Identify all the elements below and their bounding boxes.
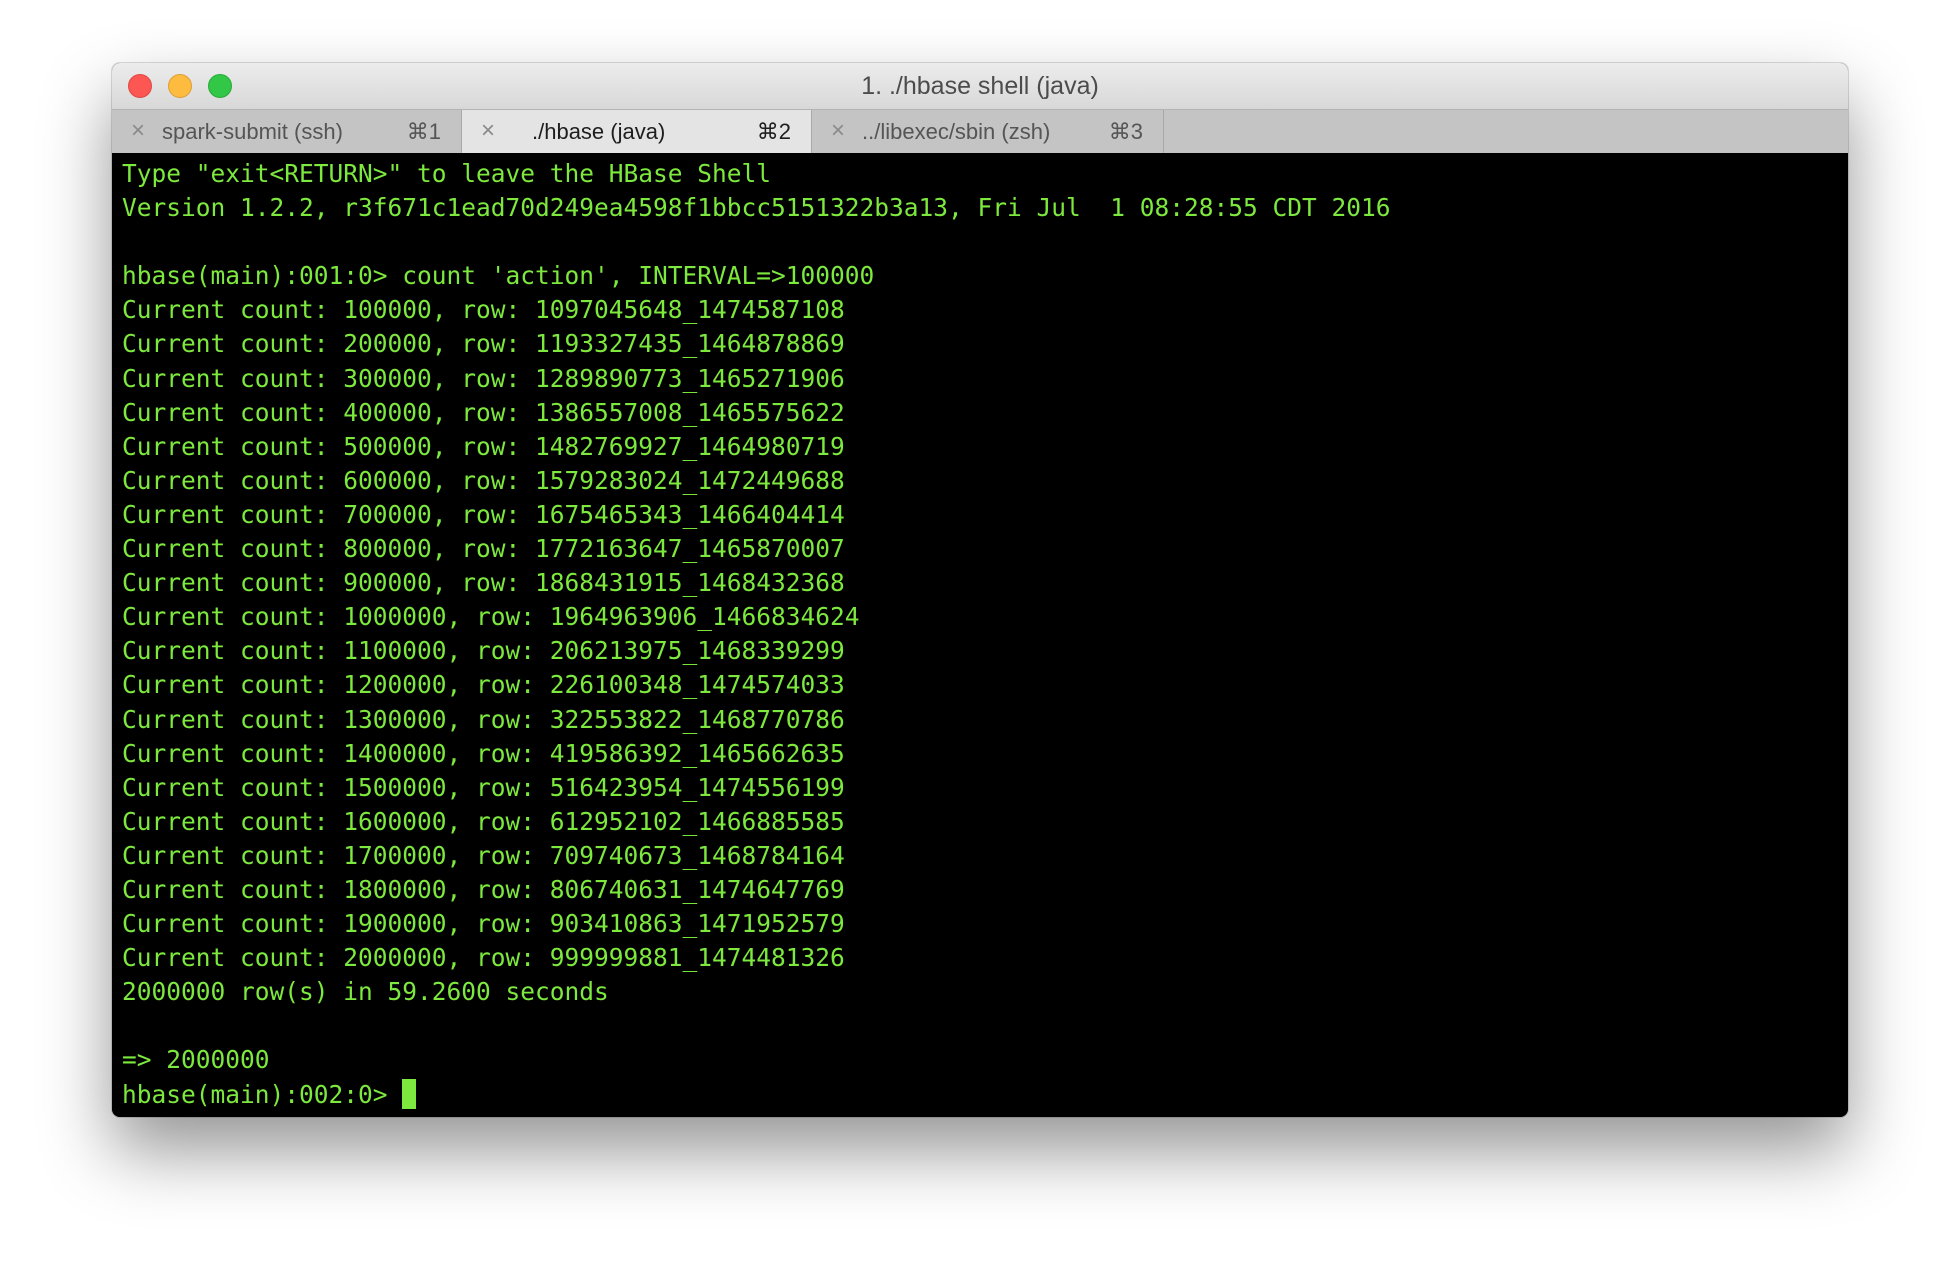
terminal-line: Type "exit<RETURN>" to leave the HBase S… [122, 159, 772, 188]
tab-label: ./hbase (java) [532, 119, 666, 144]
tab-shortcut: ⌘3 [1108, 119, 1143, 144]
terminal-line: Current count: 1000000, row: 1964963906_… [122, 602, 860, 632]
terminal-line: Current count: 700000, row: 1675465343_1… [122, 499, 845, 529]
terminal-line: Current count: 1900000, row: 903410863_1… [122, 909, 845, 939]
terminal-line: Current count: 600000, row: 1579283024_1… [122, 465, 845, 495]
close-icon[interactable]: × [826, 119, 850, 143]
tab-label: ../libexec/sbin (zsh) [862, 119, 1051, 144]
tab-shortcut: ⌘2 [756, 119, 791, 144]
terminal-line: Current count: 200000, row: 1193327435_1… [122, 329, 845, 359]
tab-shortcut: ⌘1 [406, 119, 441, 144]
terminal-line: Current count: 1500000, row: 516423954_1… [122, 772, 845, 802]
terminal-line: Current count: 1400000, row: 419586392_1… [122, 738, 845, 768]
shell-prompt: hbase(main):002:0> [122, 1079, 388, 1109]
text-cursor [401, 1078, 416, 1109]
tab-libexec-sbin[interactable]: × ../libexec/sbin (zsh) ⌘3 [812, 110, 1164, 153]
close-icon[interactable]: × [476, 119, 500, 143]
terminal-line: Current count: 1200000, row: 226100348_1… [122, 670, 845, 700]
title-bar[interactable]: 1. ./hbase shell (java) [112, 63, 1848, 109]
terminal-line: Current count: 1300000, row: 322553822_1… [122, 704, 845, 734]
terminal-output[interactable]: Type "exit<RETURN>" to leave the HBase S… [112, 153, 1848, 1117]
terminal-line: => 2000000 [122, 1045, 270, 1075]
terminal-line: Current count: 400000, row: 1386557008_1… [122, 397, 845, 427]
tab-spark-submit[interactable]: × spark-submit (ssh) ⌘1 [112, 110, 462, 153]
tab-hbase[interactable]: × ./hbase (java) ⌘2 [462, 110, 812, 153]
terminal-line: Current count: 1600000, row: 612952102_1… [122, 806, 845, 836]
terminal-line: Version 1.2.2, r3f671c1ead70d249ea4598f1… [122, 193, 1391, 223]
terminal-line: Current count: 900000, row: 1868431915_1… [122, 568, 845, 598]
terminal-window: 1. ./hbase shell (java) × spark-submit (… [112, 63, 1848, 1117]
terminal-line: Current count: 1100000, row: 206213975_1… [122, 636, 845, 666]
window-title: 1. ./hbase shell (java) [861, 72, 1099, 100]
terminal-line: 2000000 row(s) in 59.2600 seconds [122, 977, 609, 1007]
terminal-line: Current count: 800000, row: 1772163647_1… [122, 534, 845, 564]
terminal-line: Current count: 100000, row: 1097045648_1… [122, 295, 845, 325]
terminal-prompt-line[interactable]: hbase(main):002:0> [122, 1078, 1848, 1112]
terminal-line: Current count: 1800000, row: 806740631_1… [122, 874, 845, 904]
terminal-line: Current count: 300000, row: 1289890773_1… [122, 363, 845, 393]
close-icon[interactable]: × [126, 119, 150, 143]
terminal-line: Current count: 2000000, row: 999999881_1… [122, 943, 845, 973]
terminal-line: hbase(main):001:0> count 'action', INTER… [122, 261, 875, 291]
tab-bar: × spark-submit (ssh) ⌘1 × ./hbase (java)… [112, 109, 1848, 153]
terminal-line: Current count: 1700000, row: 709740673_1… [122, 840, 845, 870]
terminal-line: Current count: 500000, row: 1482769927_1… [122, 431, 845, 461]
tab-label: spark-submit (ssh) [162, 119, 343, 144]
